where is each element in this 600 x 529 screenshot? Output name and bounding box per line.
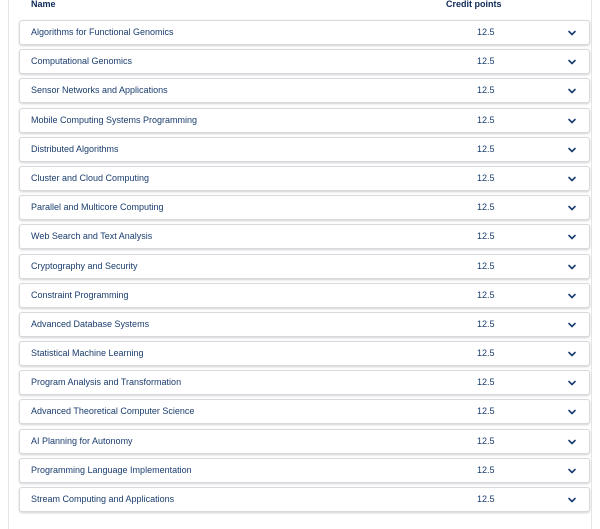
subject-row[interactable]: Stream Computing and Applications 12.5 — [19, 487, 590, 512]
subject-credit-points: 12.5 — [477, 27, 495, 37]
subject-name: Mobile Computing Systems Programming — [31, 114, 198, 125]
column-header-name: Name — [31, 0, 56, 9]
subject-name: Distributed Algorithms — [31, 143, 119, 154]
subject-credit-points: 12.5 — [477, 114, 495, 125]
chevron-down-icon[interactable] — [567, 466, 577, 476]
subject-row[interactable]: Distributed Algorithms 12.5 — [19, 136, 590, 162]
subject-credit-points: 12.5 — [477, 202, 495, 213]
subject-name: Constraint Programming — [31, 289, 129, 300]
chevron-down-icon[interactable] — [567, 262, 577, 272]
column-header-credit-points: Credit points — [446, 0, 502, 9]
subject-name: Web Search and Text Analysis — [31, 231, 153, 242]
subject-row[interactable]: Web Search and Text Analysis 12.5 — [19, 224, 590, 250]
subject-name: Advanced Theoretical Computer Science — [31, 406, 195, 417]
chevron-down-icon[interactable] — [567, 378, 577, 388]
subject-name: Algorithms for Functional Genomics — [31, 27, 174, 37]
subject-credit-points: 12.5 — [477, 377, 495, 388]
subject-credit-points: 12.5 — [477, 85, 495, 96]
subject-row[interactable]: Parallel and Multicore Computing 12.5 — [19, 195, 590, 221]
subject-row[interactable]: Computational Genomics 12.5 — [19, 49, 590, 75]
chevron-down-icon[interactable] — [567, 86, 577, 96]
table-header: Name Credit points — [9, 0, 593, 14]
subject-name: Statistical Machine Learning — [31, 348, 144, 359]
subject-name: Advanced Database Systems — [31, 318, 150, 329]
chevron-down-icon[interactable] — [567, 174, 577, 184]
subject-row[interactable]: Algorithms for Functional Genomics 12.5 — [19, 20, 590, 45]
subject-rows: Algorithms for Functional Genomics 12.5 … — [19, 20, 590, 516]
subject-credit-points: 12.5 — [477, 348, 495, 359]
chevron-down-icon[interactable] — [567, 495, 577, 505]
subject-credit-points: 12.5 — [477, 56, 495, 67]
subject-row[interactable]: Advanced Theoretical Computer Science 12… — [19, 399, 590, 425]
subject-name: AI Planning for Autonomy — [31, 435, 133, 446]
chevron-down-icon[interactable] — [567, 145, 577, 155]
subject-row[interactable]: AI Planning for Autonomy 12.5 — [19, 428, 590, 454]
subject-row[interactable]: Mobile Computing Systems Programming 12.… — [19, 107, 590, 133]
subject-credit-points: 12.5 — [477, 289, 495, 300]
subject-row[interactable]: Constraint Programming 12.5 — [19, 282, 590, 308]
subject-credit-points: 12.5 — [477, 406, 495, 417]
chevron-down-icon[interactable] — [567, 407, 577, 417]
subject-list-panel: Name Credit points Algorithms for Functi… — [8, 0, 592, 529]
subject-credit-points: 12.5 — [477, 143, 495, 154]
subject-row[interactable]: Program Analysis and Transformation 12.5 — [19, 370, 590, 396]
subject-name: Cluster and Cloud Computing — [31, 172, 150, 183]
subject-name: Computational Genomics — [31, 56, 133, 67]
subject-credit-points: 12.5 — [477, 494, 495, 504]
subject-credit-points: 12.5 — [477, 318, 495, 329]
subject-row[interactable]: Programming Language Implementation 12.5 — [19, 457, 590, 483]
subject-name: Sensor Networks and Applications — [31, 85, 168, 96]
subject-name: Stream Computing and Applications — [31, 494, 175, 504]
subject-row[interactable]: Cluster and Cloud Computing 12.5 — [19, 165, 590, 191]
subject-row[interactable]: Cryptography and Security 12.5 — [19, 253, 590, 279]
chevron-down-icon[interactable] — [567, 291, 577, 301]
subject-name: Program Analysis and Transformation — [31, 377, 182, 388]
subject-row[interactable]: Statistical Machine Learning 12.5 — [19, 341, 590, 367]
subject-row[interactable]: Sensor Networks and Applications 12.5 — [19, 78, 590, 104]
chevron-down-icon[interactable] — [567, 116, 577, 126]
chevron-down-icon[interactable] — [567, 232, 577, 242]
chevron-down-icon[interactable] — [567, 349, 577, 359]
chevron-down-icon[interactable] — [567, 203, 577, 213]
chevron-down-icon[interactable] — [567, 57, 577, 67]
subject-credit-points: 12.5 — [477, 172, 495, 183]
subject-credit-points: 12.5 — [477, 464, 495, 475]
subject-name: Parallel and Multicore Computing — [31, 202, 164, 213]
subject-row[interactable]: Advanced Database Systems 12.5 — [19, 311, 590, 337]
chevron-down-icon[interactable] — [567, 28, 577, 38]
subject-credit-points: 12.5 — [477, 260, 495, 271]
subject-credit-points: 12.5 — [477, 435, 495, 446]
chevron-down-icon[interactable] — [567, 320, 577, 330]
subject-credit-points: 12.5 — [477, 231, 495, 242]
chevron-down-icon[interactable] — [567, 437, 577, 447]
subject-name: Programming Language Implementation — [31, 464, 192, 475]
subject-name: Cryptography and Security — [31, 260, 138, 271]
